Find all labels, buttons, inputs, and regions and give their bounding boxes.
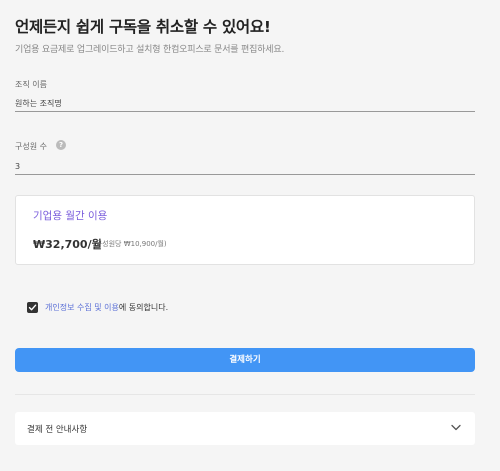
plan-price: ₩32,700/월 <box>33 238 102 251</box>
subscription-page: 언제든지 쉽게 구독을 취소할 수 있어요! 기업용 요금제로 업그레이드하고 … <box>0 0 500 471</box>
divider <box>15 394 475 395</box>
question-circle-icon[interactable]: ? <box>56 140 66 150</box>
privacy-policy-link[interactable]: 개인정보 수집 및 이용 <box>45 303 119 312</box>
consent-suffix: 에 동의합니다. <box>118 303 169 312</box>
plan-card[interactable]: 기업용 월간 이용 ₩32,700/월 (구성원당 ₩10,900/월) <box>15 195 475 265</box>
plan-name: 기업용 월간 이용 <box>33 210 108 222</box>
consent-checkbox[interactable] <box>27 302 38 313</box>
members-label: 구성원 수 <box>15 142 47 151</box>
chevron-down-icon[interactable] <box>451 424 461 431</box>
consent-text: 개인정보 수집 및 이용에 동의합니다. <box>45 302 168 313</box>
org-name-input[interactable] <box>15 96 475 112</box>
pay-button[interactable]: 결제하기 <box>15 348 475 372</box>
members-input[interactable] <box>15 159 475 175</box>
accordion-label: 결제 전 안내사항 <box>27 425 88 435</box>
page-title: 언제든지 쉽게 구독을 취소할 수 있어요! <box>15 18 271 36</box>
org-name-label: 조직 이름 <box>15 80 47 89</box>
checkmark-icon <box>28 304 37 311</box>
page-subtitle: 기업용 요금제로 업그레이드하고 설치형 한컴오피스로 문서를 편집하세요. <box>15 45 285 55</box>
payment-notice-accordion[interactable]: 결제 전 안내사항 <box>15 412 475 445</box>
plan-per-member-price: (구성원당 ₩10,900/월) <box>93 240 167 248</box>
